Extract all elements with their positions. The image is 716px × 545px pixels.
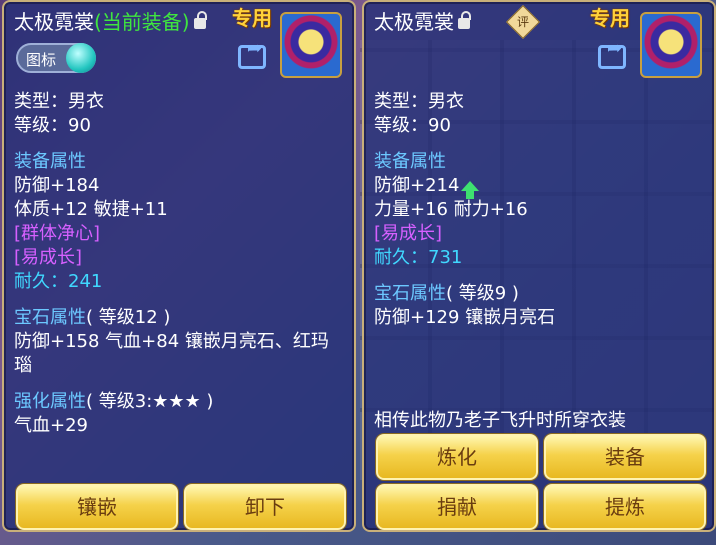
exclusive-tag: 专用 [232, 6, 272, 30]
toggle-knob [66, 43, 96, 73]
item-details: 类型：男衣 等级：90 装备属性 防御+184 体质+12 敏捷+11 [群体净… [14, 90, 344, 438]
durability: 耐久：731 [374, 247, 463, 268]
equipped-tag: (当前装备) [94, 10, 190, 34]
arrow-up-icon [461, 181, 480, 199]
item-details: 类型：男衣 等级：90 装备属性 防御+214 力量+16 耐力+16 [易成长… [374, 90, 704, 330]
enhance-header-row: 强化属性( 等级3:★★★ ) [14, 390, 344, 414]
enhance-header: 强化属性 [14, 391, 86, 412]
attr-line: 防御+214 [374, 175, 460, 196]
special-effect: [群体净心] [14, 223, 101, 244]
attr-header: 装备属性 [14, 151, 86, 172]
lock-icon[interactable] [193, 11, 207, 29]
icon-toggle[interactable]: 图标 [16, 43, 96, 73]
toggle-label: 图标 [26, 51, 57, 69]
gem-text: 防御+129 镶嵌月亮石 [374, 307, 556, 328]
donate-button[interactable]: 捐献 [376, 484, 538, 530]
special-effect: [易成长] [14, 247, 83, 268]
special-effect: [易成长] [374, 223, 443, 244]
durability: 耐久：241 [14, 271, 103, 292]
attr-line: 体质+12 敏捷+11 [14, 199, 168, 220]
unequip-button[interactable]: 卸下 [184, 484, 346, 530]
item-title: 太极霓裳 [374, 6, 471, 35]
item-icon [280, 12, 342, 78]
item-icon [640, 12, 702, 78]
gem-header: 宝石属性 [374, 283, 446, 304]
gem-level: ( 等级12 ) [86, 307, 171, 328]
compare-equipment-panel: 太极霓裳 评 专用 类型：男衣 等级：90 装备属性 防御+214 力量+16 … [362, 0, 716, 532]
item-type: 类型：男衣 [374, 91, 464, 112]
lock-icon[interactable] [458, 11, 471, 29]
enhance-text: 气血+29 [14, 415, 88, 436]
exclusive-tag: 专用 [590, 6, 630, 30]
equip-button[interactable]: 装备 [544, 434, 706, 480]
gem-text: 防御+158 气血+84 镶嵌月亮石、红玛瑙 [14, 331, 329, 376]
gem-header: 宝石属性 [14, 307, 86, 328]
gem-header-row: 宝石属性( 等级12 ) [14, 306, 344, 330]
item-type: 类型：男衣 [14, 91, 104, 112]
item-title: 太极霓裳(当前装备) [14, 6, 207, 35]
share-icon[interactable] [598, 38, 626, 69]
refine-button[interactable]: 炼化 [376, 434, 538, 480]
item-level: 等级：90 [374, 115, 451, 136]
enhance-level: ( 等级3:★★★ ) [86, 391, 214, 412]
item-lore: 相传此物乃老子飞升时所穿衣装 [374, 410, 626, 431]
gem-header-row: 宝石属性( 等级9 ) [374, 282, 704, 306]
attr-line: 防御+184 [14, 175, 100, 196]
extract-button[interactable]: 提炼 [544, 484, 706, 530]
share-icon[interactable] [238, 38, 266, 69]
attr-line-row: 防御+214 [374, 174, 704, 199]
current-equipment-panel: 太极霓裳(当前装备) 专用 图标 类型：男衣 等级：90 装备属性 防御+184… [2, 0, 356, 532]
item-name: 太极霓裳 [14, 10, 94, 34]
inlay-button[interactable]: 镶嵌 [16, 484, 178, 530]
gem-level: ( 等级9 ) [446, 283, 519, 304]
rate-badge[interactable]: 评 [506, 5, 540, 39]
attr-header: 装备属性 [374, 151, 446, 172]
item-level: 等级：90 [14, 115, 91, 136]
item-name: 太极霓裳 [374, 10, 454, 34]
attr-line: 力量+16 耐力+16 [374, 199, 528, 220]
